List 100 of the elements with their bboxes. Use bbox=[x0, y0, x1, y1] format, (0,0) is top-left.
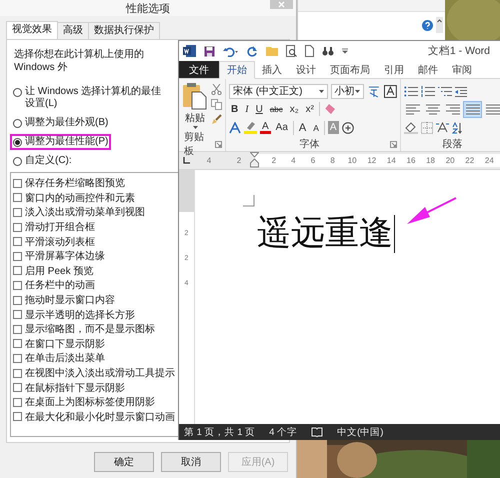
distributed-button[interactable] bbox=[484, 102, 500, 117]
radio-button[interactable] bbox=[13, 118, 22, 128]
subscript-button[interactable]: x₂ bbox=[288, 102, 301, 117]
change-case-button[interactable]: Aa bbox=[274, 120, 290, 136]
caret-icon[interactable] bbox=[318, 90, 324, 93]
dialog-button[interactable]: 取消 bbox=[161, 452, 221, 472]
paste-label[interactable]: 粘贴 bbox=[185, 111, 205, 125]
checkbox[interactable] bbox=[13, 252, 22, 261]
checkbox[interactable] bbox=[13, 193, 22, 202]
dialog-button[interactable]: 确定 bbox=[94, 452, 154, 472]
shrink-font-button[interactable]: A bbox=[311, 120, 321, 136]
scrollbar[interactable] bbox=[436, 17, 443, 33]
ribbon-tab[interactable]: 页面布局 bbox=[323, 61, 377, 78]
radio-label[interactable]: 让 Windows 选择计算机的最佳设置(L) bbox=[25, 86, 171, 110]
radio-label[interactable]: 自定义(C): bbox=[25, 155, 72, 167]
checkbox-label[interactable]: 在桌面上为图标标签使用阴影 bbox=[25, 395, 155, 410]
checkbox[interactable] bbox=[13, 383, 22, 392]
font-name-field[interactable]: 宋体 (中文正文) bbox=[229, 84, 328, 99]
character-border-icon[interactable] bbox=[384, 84, 398, 98]
grow-font-button[interactable]: A bbox=[296, 120, 308, 136]
checkbox[interactable] bbox=[13, 178, 22, 188]
customize-icon[interactable] bbox=[342, 48, 348, 54]
italic-button[interactable]: I bbox=[243, 102, 251, 117]
checkbox-label[interactable]: 平滑屏幕字体边缘 bbox=[25, 249, 105, 264]
align-right-button[interactable] bbox=[444, 102, 461, 117]
font-size-field[interactable]: 小初 bbox=[330, 84, 364, 99]
checkbox-label[interactable]: 拖动时显示窗口内容 bbox=[25, 293, 115, 308]
eraser-icon[interactable] bbox=[322, 103, 336, 116]
highlighter-icon[interactable] bbox=[244, 121, 257, 134]
new-page-icon[interactable] bbox=[305, 45, 314, 57]
radio-button[interactable] bbox=[13, 156, 22, 166]
indent-marker-icon[interactable] bbox=[250, 152, 259, 168]
redo-icon[interactable] bbox=[247, 46, 258, 56]
ribbon-tab[interactable]: 引用 bbox=[377, 61, 411, 78]
checkbox[interactable] bbox=[13, 222, 22, 232]
tab-stop-icon[interactable] bbox=[182, 156, 191, 165]
align-center-button[interactable] bbox=[424, 102, 441, 117]
checkbox-label[interactable]: 在最大化和最小化时显示窗口动画 bbox=[25, 410, 175, 424]
checkbox[interactable] bbox=[13, 266, 22, 276]
superscript-button[interactable]: x² bbox=[304, 102, 316, 117]
sort-icon[interactable] bbox=[452, 122, 462, 134]
radio-label[interactable]: 调整为最佳外观(B) bbox=[25, 117, 108, 129]
align-left-button[interactable] bbox=[404, 102, 421, 117]
checkbox[interactable] bbox=[13, 398, 22, 407]
bold-button[interactable]: B bbox=[229, 102, 240, 117]
file-tab[interactable]: 文件 bbox=[179, 61, 219, 78]
radio-button[interactable] bbox=[13, 88, 22, 96]
help-icon[interactable] bbox=[422, 20, 433, 30]
checkbox-label[interactable]: 显示缩略图，而不是显示图标 bbox=[25, 322, 155, 336]
bullets-icon[interactable] bbox=[404, 86, 418, 97]
caret-icon[interactable] bbox=[355, 90, 360, 93]
checkbox-label[interactable]: 任务栏中的动画 bbox=[25, 278, 95, 292]
checkbox-label[interactable]: 启用 Peek 预览 bbox=[25, 264, 94, 278]
chinese-layout-icon[interactable] bbox=[436, 122, 449, 134]
ribbon-tab[interactable]: 邮件 bbox=[411, 61, 445, 78]
justify-button[interactable] bbox=[464, 102, 481, 117]
tab[interactable]: 视觉效果 bbox=[6, 21, 58, 39]
checkbox-label[interactable]: 在鼠标指针下显示阴影 bbox=[25, 380, 125, 395]
tab[interactable]: 数据执行保护 bbox=[88, 22, 160, 39]
ribbon-tab[interactable]: 插入 bbox=[255, 61, 289, 78]
checkbox[interactable] bbox=[13, 280, 22, 290]
checkbox[interactable] bbox=[13, 354, 22, 363]
checkbox[interactable] bbox=[13, 412, 22, 422]
enclosed-character-icon[interactable] bbox=[342, 122, 354, 134]
app-icon[interactable] bbox=[183, 45, 196, 57]
copy-icon[interactable] bbox=[211, 99, 222, 110]
ribbon-tab[interactable]: 审阅 bbox=[445, 61, 479, 78]
decrease-indent-icon[interactable] bbox=[455, 86, 467, 97]
checkbox-label[interactable]: 在窗口下显示阴影 bbox=[25, 336, 105, 351]
checkbox[interactable] bbox=[13, 368, 22, 378]
radio-label[interactable]: 调整为最佳性能(P) bbox=[25, 136, 108, 148]
caret-icon[interactable] bbox=[192, 126, 198, 129]
ribbon-tab[interactable]: 开始 bbox=[219, 61, 255, 79]
checkbox[interactable] bbox=[13, 339, 22, 348]
numbering-icon[interactable] bbox=[421, 86, 435, 97]
cut-icon[interactable] bbox=[211, 84, 222, 95]
checkbox-label[interactable]: 滑动打开组合框 bbox=[25, 220, 95, 234]
launcher-icon[interactable] bbox=[390, 140, 397, 148]
text-effects-icon[interactable] bbox=[229, 122, 241, 134]
ribbon-tab[interactable]: 设计 bbox=[289, 61, 323, 78]
radio-button[interactable] bbox=[13, 138, 22, 146]
launcher-icon[interactable] bbox=[215, 140, 222, 148]
checkbox-label[interactable]: 窗口内的动画控件和元素 bbox=[25, 190, 135, 205]
binoculars-icon[interactable] bbox=[322, 46, 334, 56]
shading-icon[interactable] bbox=[404, 122, 418, 134]
proofing-icon[interactable] bbox=[311, 427, 324, 437]
checkbox[interactable] bbox=[13, 310, 22, 320]
format-painter-icon[interactable] bbox=[211, 114, 222, 125]
strikethrough-button[interactable]: abc bbox=[268, 102, 285, 117]
underline-button[interactable]: U bbox=[254, 102, 265, 117]
checkbox[interactable] bbox=[13, 208, 22, 217]
checkbox-label[interactable]: 平滑滚动列表框 bbox=[25, 234, 95, 249]
checkbox[interactable] bbox=[13, 324, 22, 334]
undo-icon[interactable] bbox=[223, 46, 239, 56]
checkbox-label[interactable]: 显示半透明的选择长方形 bbox=[25, 308, 135, 322]
checkbox-label[interactable]: 在视图中淡入淡出或滑动工具提示 bbox=[25, 366, 175, 380]
print-preview-icon[interactable] bbox=[286, 45, 297, 57]
multilevel-list-icon[interactable] bbox=[438, 86, 452, 97]
paste-icon[interactable] bbox=[182, 82, 208, 110]
checkbox[interactable] bbox=[13, 237, 22, 246]
